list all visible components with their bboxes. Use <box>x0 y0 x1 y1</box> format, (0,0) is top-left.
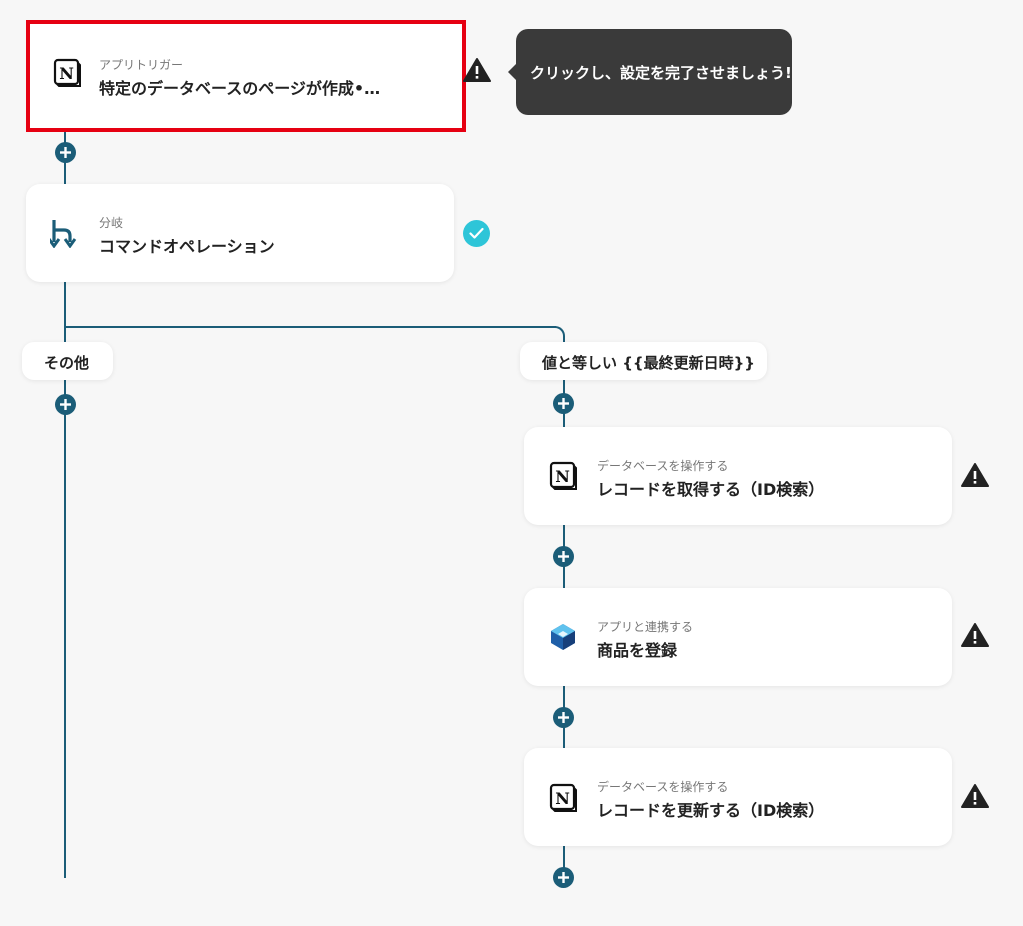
trigger-sub-label: アプリトリガー <box>99 58 184 72</box>
branch-step-card[interactable]: 分岐 コマンドオペレーション <box>26 184 454 282</box>
notion-icon: N <box>52 57 82 87</box>
trigger-warning-icon <box>463 57 491 83</box>
add-step-button[interactable] <box>553 867 574 888</box>
complete-check-icon <box>463 220 490 247</box>
notion-icon: N <box>548 782 578 812</box>
tooltip-text: クリックし、設定を完了させましょう! <box>530 64 792 82</box>
add-step-button[interactable] <box>553 546 574 567</box>
svg-text:N: N <box>555 789 570 808</box>
branch-step-sub-label: 分岐 <box>99 216 124 230</box>
step-warning-icon <box>961 622 989 648</box>
setup-tooltip: クリックし、設定を完了させましょう! <box>508 29 792 115</box>
svg-text:N: N <box>59 64 74 83</box>
cube-app-icon <box>548 622 578 652</box>
add-step-button-right-branch[interactable] <box>553 393 574 414</box>
step-title: レコードを取得する（ID検索） <box>597 480 825 499</box>
branch-label-equals[interactable]: 値と等しい {{最終更新日時}} <box>520 342 767 380</box>
step-sub-label: アプリと連携する <box>597 620 694 634</box>
branch-label-other[interactable]: その他 <box>22 342 113 380</box>
step-card-get-record[interactable]: N データベースを操作する レコードを取得する（ID検索） <box>524 427 952 525</box>
add-step-button[interactable] <box>553 707 574 728</box>
notion-icon: N <box>548 460 578 490</box>
tooltip-arrow <box>508 64 516 80</box>
step-card-register-product[interactable]: アプリと連携する 商品を登録 <box>524 588 952 686</box>
step-card-update-record[interactable]: N データベースを操作する レコードを更新する（ID検索） <box>524 748 952 846</box>
branch-icon <box>47 218 80 249</box>
trigger-title: 特定のデータベースのページが作成•… <box>99 79 381 98</box>
add-step-button-left-branch[interactable] <box>55 394 76 415</box>
step-sub-label: データベースを操作する <box>597 780 729 794</box>
svg-text:N: N <box>555 467 570 486</box>
connector-branch-corner <box>553 326 565 338</box>
step-warning-icon <box>961 783 989 809</box>
step-sub-label: データベースを操作する <box>597 459 729 473</box>
add-step-button[interactable] <box>55 142 76 163</box>
step-title: 商品を登録 <box>597 641 678 660</box>
branch-step-title: コマンドオペレーション <box>99 237 275 256</box>
trigger-card[interactable]: N アプリトリガー 特定のデータベースのページが作成•… <box>26 20 466 132</box>
connector-branch-horizontal <box>64 326 556 328</box>
step-warning-icon <box>961 462 989 488</box>
step-title: レコードを更新する（ID検索） <box>597 801 825 820</box>
